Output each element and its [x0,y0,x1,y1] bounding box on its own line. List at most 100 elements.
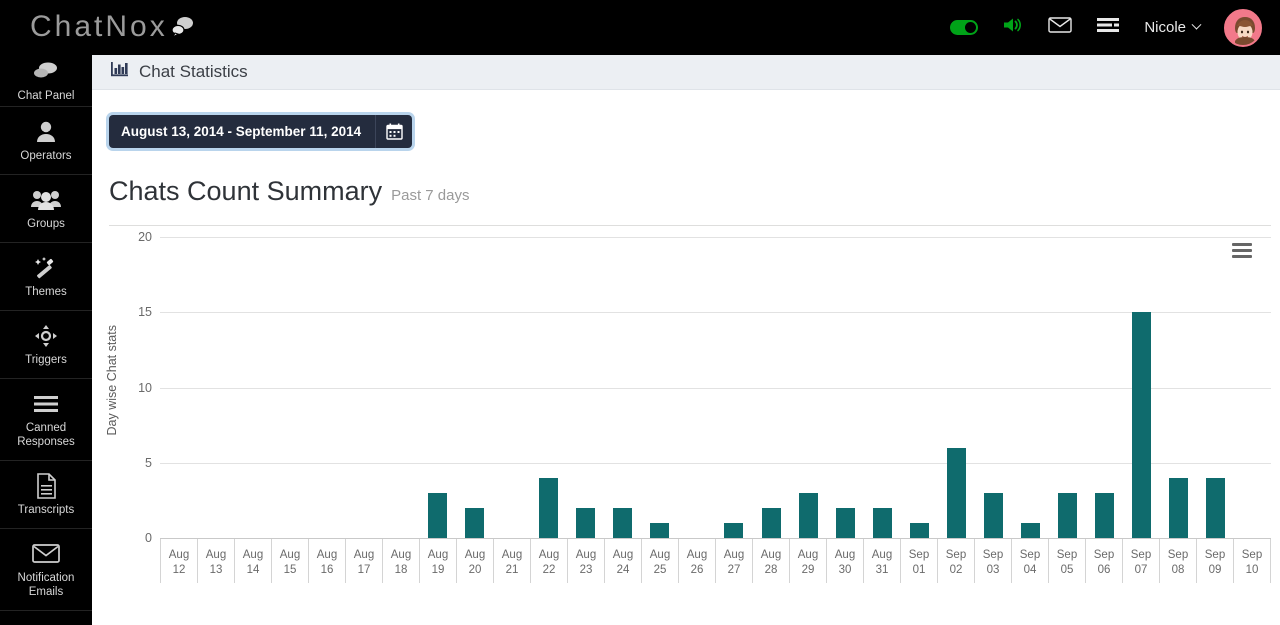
sidebar-item-groups[interactable]: Groups [0,175,92,243]
date-range-picker[interactable]: August 13, 2014 - September 11, 2014 [109,115,413,148]
chart-bar-slot[interactable] [864,237,901,538]
chart-bar-slot[interactable] [197,237,234,538]
sidebar-item-chat-panel[interactable]: Chat Panel [0,55,92,107]
envelope-icon [32,541,60,567]
top-bar: ChatNox Nicole [0,0,1280,55]
chart-bar-slot[interactable] [975,237,1012,538]
chart-bar[interactable] [576,507,596,538]
sound-toggle-button[interactable] [1002,15,1024,40]
chart-bar-slot[interactable] [678,237,715,538]
x-axis-tick-label: Sep 10 [1233,539,1271,583]
chart-bar-slot[interactable] [493,237,530,538]
chart-bar[interactable] [650,522,670,538]
x-axis-tick-label: Aug 26 [678,539,715,583]
chart-bar[interactable] [724,522,744,538]
chart-bar-slot[interactable] [345,237,382,538]
chart-bar[interactable] [428,492,448,538]
chevron-down-icon [1191,19,1202,30]
chart-bar-slot[interactable] [753,237,790,538]
list-lines-icon [1096,16,1120,39]
x-axis-tick-label: Aug 17 [345,539,382,583]
chart-bar-slot[interactable] [382,237,419,538]
bar-chart-icon [110,61,129,83]
sidebar-item-canned-responses[interactable]: Canned Responses [0,379,92,461]
chart-top-divider [109,225,1271,226]
chart-bar[interactable] [835,507,855,538]
x-axis-tick-label: Aug 21 [493,539,530,583]
chart-bar-slot[interactable] [641,237,678,538]
chart-bar[interactable] [1094,492,1114,538]
chart-bar[interactable] [613,507,633,538]
brand-logo[interactable]: ChatNox [30,10,196,46]
chart-bar[interactable] [1057,492,1077,538]
chart-bar-slot[interactable] [715,237,752,538]
sidebar-item-triggers[interactable]: Triggers [0,311,92,379]
crosshair-arrows-icon [34,323,58,349]
calendar-icon[interactable] [376,115,412,148]
chart-bar[interactable] [946,447,966,538]
main-content: Chat Statistics August 13, 2014 - Septem… [92,55,1280,625]
chart-bar[interactable] [465,507,485,538]
chart-bar-slot[interactable] [938,237,975,538]
chart-bar[interactable] [761,507,781,538]
x-axis-tick-label: Aug 15 [271,539,308,583]
chats-count-chart: Day wise Chat stats 0 5 10 15 20 Aug 12 Aug 13 A… [92,225,1280,620]
toggle-on-icon[interactable] [950,20,979,35]
chart-bar[interactable] [1131,312,1151,538]
avatar[interactable] [1224,8,1262,47]
chart-bar-slot[interactable] [567,237,604,538]
chart-bar-slot[interactable] [160,237,197,538]
chart-bar[interactable] [1168,477,1188,538]
topbar-actions: Nicole [950,8,1262,47]
summary-title: Chats Count Summary [109,176,383,206]
y-axis-tick-label: 5 [145,455,152,470]
chart-bar-slot[interactable] [1049,237,1086,538]
chart-bar-slot[interactable] [1086,237,1123,538]
chart-bar-slot[interactable] [901,237,938,538]
chart-bar[interactable] [798,492,818,538]
chart-bar-slot[interactable] [1197,237,1234,538]
chart-bar[interactable] [983,492,1003,538]
chart-bar[interactable] [1020,522,1040,538]
chart-bar-slot[interactable] [1012,237,1049,538]
x-axis-labels: Aug 12 Aug 13 Aug 14 Aug 15 Aug 16 Aug 17 Aug 18 Aug 19… [160,539,1271,589]
sidebar-item-themes[interactable]: Themes [0,243,92,311]
user-menu[interactable]: Nicole [1144,19,1202,36]
x-axis-tick-label: Aug 30 [826,539,863,583]
brand-name: ChatNox [30,9,168,43]
sidebar-item-transcripts[interactable]: Transcripts [0,461,92,529]
y-axis-tick-label: 20 [138,230,152,244]
chart-bar[interactable] [909,522,929,538]
sidebar-item-operators[interactable]: Operators [0,107,92,175]
chart-bar[interactable] [1205,477,1225,538]
user-menu-label: Nicole [1144,19,1186,36]
chart-bar-slot[interactable] [308,237,345,538]
chart-bar-slot[interactable] [1234,237,1271,538]
x-axis-tick-label: Sep 08 [1159,539,1196,583]
sidebar-item-chat-statistics[interactable]: Chat Statistics [0,611,92,625]
chart-bar[interactable] [539,477,559,538]
chart-bar-slot[interactable] [271,237,308,538]
messages-button[interactable] [1048,16,1073,39]
chart-bar-slot[interactable] [530,237,567,538]
date-range-value[interactable]: August 13, 2014 - September 11, 2014 [109,115,377,148]
x-axis-tick-label: Sep 06 [1085,539,1122,583]
chart-bar-slot[interactable] [1160,237,1197,538]
chart-bar[interactable] [872,507,892,538]
activity-list-button[interactable] [1096,16,1120,39]
chart-bar-slot[interactable] [790,237,827,538]
x-axis-tick-label: Aug 31 [863,539,900,583]
page-header: Chat Statistics [92,55,1280,90]
chart-bar-slot[interactable] [1123,237,1160,538]
chart-bar-slot[interactable] [827,237,864,538]
chart-bar-slot[interactable] [234,237,271,538]
online-status-toggle[interactable] [950,20,979,35]
chart-bar-slot[interactable] [604,237,641,538]
sidebar-item-notification-emails[interactable]: Notification Emails [0,529,92,611]
chart-bar-slot[interactable] [419,237,456,538]
user-icon [35,119,57,145]
x-axis-tick-label: Aug 14 [234,539,271,583]
summary-header: Chats Count Summary Past 7 days [92,148,1280,207]
envelope-icon [1048,16,1073,39]
chart-bar-slot[interactable] [456,237,493,538]
